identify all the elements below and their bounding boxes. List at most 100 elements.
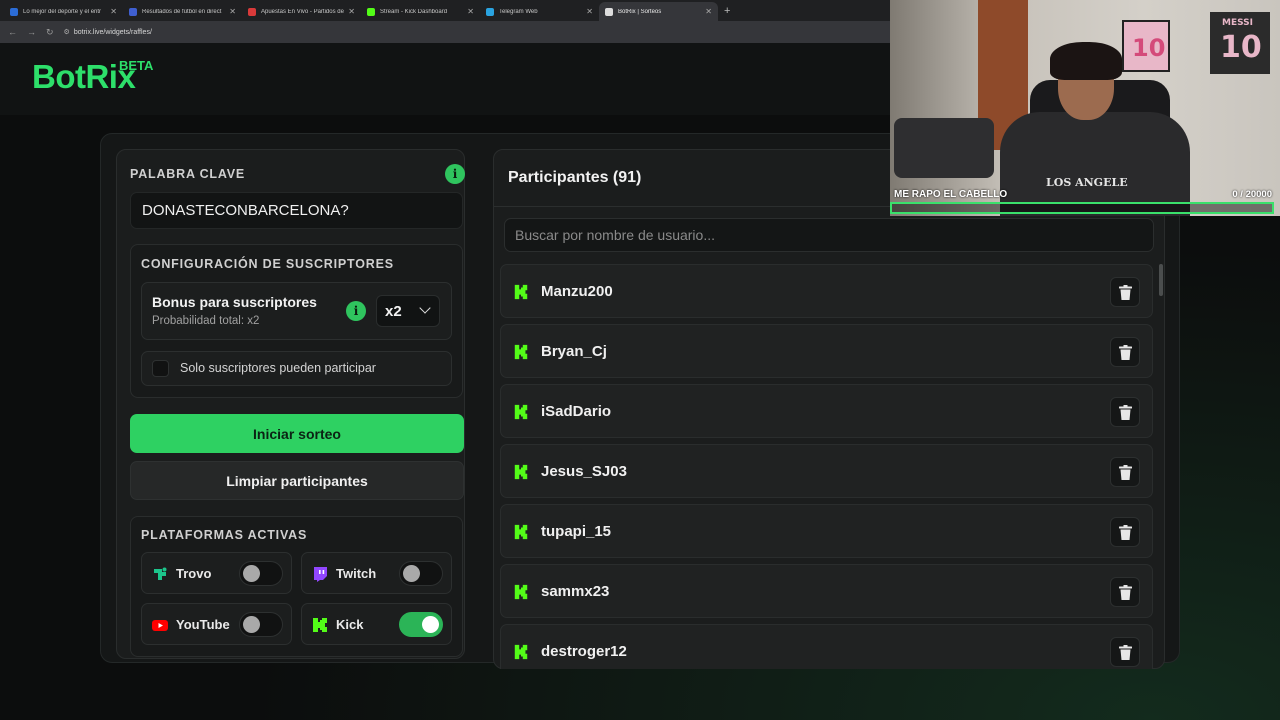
keyword-input[interactable]: DONASTECONBARCELONA?: [130, 192, 463, 229]
platform-twitch: Twitch: [301, 552, 452, 594]
kick-icon: [514, 284, 528, 300]
close-tab-icon[interactable]: ✕: [705, 7, 712, 16]
twitch-toggle[interactable]: [399, 561, 443, 586]
platforms-title: PLATAFORMAS ACTIVAS: [141, 528, 308, 542]
browser-tab[interactable]: Lo mejor del deporte y el entr ✕: [4, 2, 123, 21]
tab-favicon-icon: [248, 7, 256, 16]
trash-icon: [1118, 464, 1132, 480]
youtube-toggle[interactable]: [239, 612, 283, 637]
twitch-icon: [314, 567, 327, 582]
participants-list: Manzu200 Bryan_Cj iSadDario Jesus_SJ03 tupap…: [500, 264, 1153, 669]
remove-participant-button[interactable]: [1110, 337, 1140, 367]
participants-scrollbar[interactable]: [1159, 264, 1163, 296]
tab-title: Apuestas En Vivo - Partidos de: [261, 8, 344, 15]
platform-youtube: YouTube: [141, 603, 292, 645]
close-tab-icon[interactable]: ✕: [348, 7, 355, 16]
webcam-microphone: [894, 118, 994, 178]
jersey-name-right: MESSI: [1222, 18, 1254, 28]
goal-count: 0 / 20000: [1232, 189, 1272, 200]
trash-icon: [1118, 344, 1132, 360]
trash-icon: [1118, 284, 1132, 300]
participant-row: destroger12: [500, 624, 1153, 669]
remove-participant-button[interactable]: [1110, 277, 1140, 307]
close-tab-icon[interactable]: ✕: [229, 7, 236, 16]
participant-name: tupapi_15: [541, 523, 612, 540]
platform-label: Trovo: [176, 566, 212, 581]
multiplier-select[interactable]: x2: [376, 295, 440, 327]
participant-row: sammx23: [500, 564, 1153, 618]
participant-name: destroger12: [541, 643, 627, 660]
platform-label: Kick: [336, 617, 364, 632]
browser-tab[interactable]: BotRix | Sorteos ✕: [599, 2, 718, 21]
browser-tab[interactable]: Resultados de fútbol en direct ✕: [123, 2, 242, 21]
tab-favicon-icon: [129, 7, 137, 16]
platform-label: Twitch: [336, 566, 377, 581]
trash-icon: [1118, 524, 1132, 540]
kick-toggle[interactable]: [399, 612, 443, 637]
webcam-person-body: [1000, 112, 1190, 216]
reload-icon[interactable]: ↻: [46, 27, 54, 38]
platform-trovo: Trovo: [141, 552, 292, 594]
tab-title: Resultados de fútbol en direct: [142, 8, 222, 15]
participant-name: Bryan_Cj: [541, 343, 607, 360]
bonus-probability: Probabilidad total: x2: [152, 315, 260, 327]
keyword-info-icon[interactable]: i: [445, 164, 465, 184]
participant-name: Jesus_SJ03: [541, 463, 627, 480]
kick-icon: [514, 464, 528, 480]
remove-participant-button[interactable]: [1110, 457, 1140, 487]
participant-name: iSadDario: [541, 403, 612, 420]
close-tab-icon[interactable]: ✕: [467, 7, 474, 16]
tab-strip: Lo mejor del deporte y el entr ✕ Resultado…: [4, 0, 718, 21]
platform-kick: Kick: [301, 603, 452, 645]
new-tab-button[interactable]: +: [724, 2, 730, 21]
trovo-toggle[interactable]: [239, 561, 283, 586]
browser-tab[interactable]: Apuestas En Vivo - Partidos de ✕: [242, 2, 361, 21]
jersey-number-right: 10: [1220, 30, 1262, 65]
forward-icon[interactable]: →: [27, 27, 36, 37]
only-subscribers-checkbox[interactable]: [152, 360, 169, 377]
goal-label: ME RAPO EL CABELLO: [894, 189, 1008, 200]
webcam-person-hair: [1050, 42, 1122, 80]
webcam-jersey-left: 10: [1122, 20, 1170, 72]
remove-participant-button[interactable]: [1110, 517, 1140, 547]
participant-row: Bryan_Cj: [500, 324, 1153, 378]
youtube-icon: [152, 620, 168, 631]
webcam-overlay: 10 MESSI 10 LOS ANGELE ME RAPO EL CABELL…: [890, 0, 1280, 216]
webcam-jersey-right: MESSI 10: [1210, 12, 1270, 74]
keyword-title: PALABRA CLAVE: [130, 167, 246, 181]
participant-row: tupapi_15: [500, 504, 1153, 558]
tab-title: Telegram Web: [499, 8, 538, 15]
trash-icon: [1118, 584, 1132, 600]
platform-label: YouTube: [176, 617, 230, 632]
kick-icon: [313, 618, 327, 632]
participant-search-input[interactable]: Buscar por nombre de usuario...: [504, 218, 1154, 252]
remove-participant-button[interactable]: [1110, 577, 1140, 607]
browser-tab[interactable]: Stream - Kick Dashboard ✕: [361, 2, 480, 21]
url-text[interactable]: botrix.live/widgets/raffles/: [74, 29, 152, 36]
tab-favicon-icon: [367, 7, 375, 16]
close-tab-icon[interactable]: ✕: [110, 7, 117, 16]
only-subscribers-label[interactable]: Solo suscriptores pueden participar: [180, 361, 376, 375]
clear-participants-button[interactable]: Limpiar participantes: [130, 461, 464, 500]
remove-participant-button[interactable]: [1110, 397, 1140, 427]
goal-progress-bar: [890, 202, 1274, 214]
kick-icon: [514, 524, 528, 540]
browser-tab[interactable]: Telegram Web ✕: [480, 2, 599, 21]
bonus-title: Bonus para suscriptores: [152, 294, 317, 310]
webcam-shirt-text: LOS ANGELE: [1046, 176, 1128, 189]
start-raffle-button[interactable]: Iniciar sorteo: [130, 414, 464, 453]
tab-favicon-icon: [605, 7, 613, 16]
bonus-info-icon[interactable]: i: [346, 301, 366, 321]
back-icon[interactable]: ←: [8, 27, 17, 37]
tab-title: Lo mejor del deporte y el entr: [23, 8, 102, 15]
trash-icon: [1118, 644, 1132, 660]
remove-participant-button[interactable]: [1110, 637, 1140, 667]
site-info-icon[interactable]: ⚙: [64, 28, 70, 36]
participant-row: iSadDario: [500, 384, 1153, 438]
close-tab-icon[interactable]: ✕: [586, 7, 593, 16]
trovo-icon: [154, 567, 167, 580]
kick-icon: [514, 644, 528, 660]
tab-title: Stream - Kick Dashboard: [380, 8, 448, 15]
participant-name: sammx23: [541, 583, 610, 600]
beta-badge: BETA: [119, 58, 154, 73]
